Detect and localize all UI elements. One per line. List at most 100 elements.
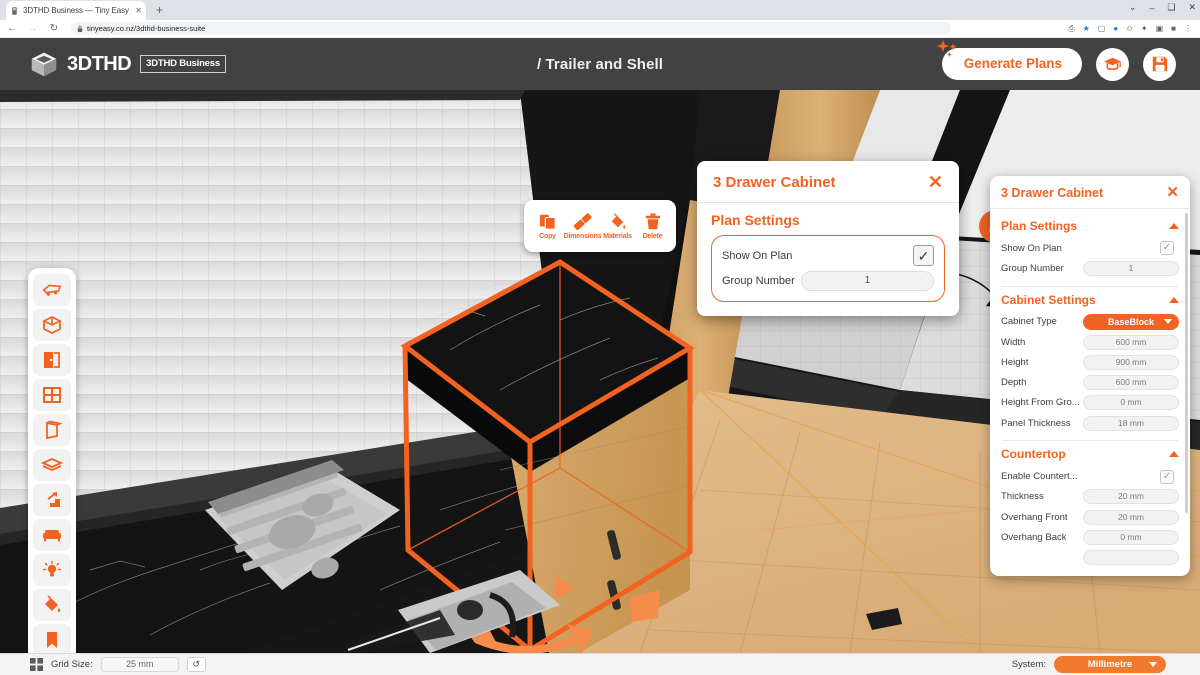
share-icon[interactable]: ⎙ <box>1068 24 1074 33</box>
sidebar-item-window[interactable] <box>33 379 71 411</box>
group-number-label: Group Number <box>722 274 795 287</box>
status-bar: Grid Size: 25 mm ↺ System: Millimetre <box>0 653 1200 675</box>
back-button[interactable]: ← <box>6 23 18 34</box>
delete-label: Delete <box>642 232 663 240</box>
window-close-button[interactable]: ✕ <box>1188 2 1196 13</box>
row-label: Overhang Front <box>1001 511 1068 523</box>
delete-button[interactable]: Delete <box>636 212 670 240</box>
row-height: Height 900 mm <box>1001 352 1179 372</box>
sidebar-item-door[interactable] <box>33 344 71 376</box>
row-label: Panel Thickness <box>1001 417 1071 429</box>
show-on-plan-label: Show On Plan <box>722 249 793 262</box>
close-icon[interactable]: ✕ <box>928 173 943 191</box>
sidebar-item-materials[interactable] <box>33 589 71 621</box>
thickness-input[interactable]: 20 mm <box>1083 489 1179 505</box>
sidebar-item-shell[interactable] <box>33 309 71 341</box>
sidebar-item-floor[interactable] <box>33 449 71 481</box>
row-panel-thickness: Panel Thickness 18 mm <box>1001 413 1179 433</box>
reset-icon[interactable]: ↺ <box>186 657 206 672</box>
sidebar-item-wall[interactable] <box>33 414 71 446</box>
row-group-number: Group Number 1 <box>1001 258 1179 278</box>
globe-icon[interactable]: ● <box>1113 24 1118 33</box>
stairs-icon <box>45 492 60 507</box>
dimensions-button[interactable]: Dimensions <box>564 212 602 240</box>
new-tab-button[interactable]: + <box>156 4 163 16</box>
paint-bucket-icon <box>45 595 61 613</box>
section-header-countertop[interactable]: Countertop <box>1001 447 1179 461</box>
cabinet-type-dropdown[interactable]: BaseBlock <box>1083 313 1179 330</box>
forward-button[interactable]: → <box>27 23 39 34</box>
materials-label: Materials <box>603 232 632 240</box>
chevron-up-icon[interactable] <box>1169 451 1179 458</box>
chevron-up-icon[interactable] <box>1169 223 1179 229</box>
window-minimize-button[interactable]: – <box>1149 3 1154 13</box>
close-icon[interactable]: ✕ <box>1166 185 1179 200</box>
grid-icon <box>30 658 43 671</box>
save-button[interactable] <box>1143 47 1176 81</box>
copy-button[interactable]: Copy <box>531 213 565 240</box>
sidebar-item-lighting[interactable] <box>33 554 71 586</box>
tab-close-icon[interactable]: ✕ <box>135 6 142 15</box>
panel-scrollbar[interactable] <box>1185 213 1188 513</box>
sidebar-item-trailer[interactable] <box>33 274 71 306</box>
plan-settings-group: Show On Plan ✓ Group Number 1 <box>711 235 945 302</box>
generate-plans-label: Generate Plans <box>963 56 1062 71</box>
bookmark-star-icon[interactable]: ★ <box>1083 24 1090 33</box>
copy-label: Copy <box>539 232 556 240</box>
height-input[interactable]: 900 mm <box>1083 354 1179 370</box>
row-cabinet-type: Cabinet Type BaseBlock <box>1001 312 1179 332</box>
sidebar-item-stairs[interactable] <box>33 484 71 516</box>
generate-plans-button[interactable]: Generate Plans <box>936 40 1082 80</box>
application-root: 3DTHD Business — Tiny Easy - T ✕ + ⌄ – ❑… <box>0 0 1200 675</box>
window-icon <box>43 387 61 403</box>
reload-button[interactable]: ↻ <box>48 23 60 34</box>
section-header-plan-settings[interactable]: Plan Settings <box>1001 219 1179 233</box>
show-on-plan-checkbox[interactable]: ✓ <box>913 245 934 266</box>
materials-button[interactable]: Materials <box>601 212 635 240</box>
chevron-up-icon[interactable] <box>1169 296 1179 303</box>
group-number-input[interactable]: 1 <box>801 270 934 291</box>
overhang-back-input[interactable]: 0 mm <box>1083 529 1179 545</box>
window-maximize-button[interactable]: ❑ <box>1167 2 1175 13</box>
camera-icon[interactable]: ▢ <box>1098 24 1106 33</box>
lock-icon <box>77 25 83 32</box>
copy-icon <box>539 214 556 230</box>
properties-panel-body[interactable]: Plan Settings Show On Plan ✓ Group Numbe… <box>990 209 1190 576</box>
group-number-input[interactable]: 1 <box>1083 260 1179 276</box>
section-header-cabinet-settings[interactable]: Cabinet Settings <box>1001 293 1179 307</box>
browser-tab[interactable]: 3DTHD Business — Tiny Easy - T ✕ <box>6 1 146 20</box>
show-on-plan-checkbox[interactable]: ✓ <box>1160 241 1174 256</box>
width-input[interactable]: 600 mm <box>1083 334 1179 350</box>
paint-bucket-icon <box>611 212 625 229</box>
row-show-on-plan: Show On Plan ✓ <box>1001 238 1179 258</box>
unit-system-dropdown[interactable]: Millimetre <box>1054 656 1166 673</box>
address-bar[interactable]: tinyeasy.co.nz/3dthd-business-suite <box>71 22 951 35</box>
group-number-row: Group Number 1 <box>722 268 934 293</box>
sidebar-item-bookmark[interactable] <box>33 624 71 653</box>
header-actions: Generate Plans <box>936 40 1176 81</box>
address-bar-url: tinyeasy.co.nz/3dthd-business-suite <box>87 24 206 33</box>
properties-panel: 3 Drawer Cabinet ✕ Plan Settings Show On… <box>990 176 1190 576</box>
puzzle-icon[interactable]: ✦ <box>1141 24 1148 33</box>
cabinet-settings-popup: 3 Drawer Cabinet ✕ Plan Settings Show On… <box>697 161 959 316</box>
ruler-icon <box>573 212 592 230</box>
section-title: Cabinet Settings <box>1001 292 1096 307</box>
grid-size-input[interactable]: 25 mm <box>100 657 179 672</box>
partial-input[interactable] <box>1083 550 1179 566</box>
help-button[interactable] <box>1096 47 1129 81</box>
chevron-down-icon <box>1164 319 1172 325</box>
panel-thickness-input[interactable]: 18 mm <box>1083 415 1179 431</box>
window-chevron-icon[interactable]: ⌄ <box>1129 2 1137 13</box>
favicon-icon <box>12 6 17 15</box>
sidebar-item-furniture[interactable] <box>33 519 71 551</box>
sidepanel-icon[interactable]: ▣ <box>1156 24 1164 33</box>
depth-input[interactable]: 600 mm <box>1083 375 1179 391</box>
height-from-ground-input[interactable]: 0 mm <box>1083 395 1179 411</box>
row-label: Height <box>1001 356 1029 368</box>
overhang-front-input[interactable]: 20 mm <box>1083 509 1179 525</box>
profile-icon[interactable]: ■ <box>1171 24 1176 33</box>
enable-countertop-checkbox[interactable]: ✓ <box>1160 469 1174 484</box>
row-height-from-ground: Height From Gro... 0 mm <box>1001 393 1179 413</box>
eyedropper-icon[interactable]: ✩ <box>1126 24 1133 33</box>
browser-menu-icon[interactable]: ⋮ <box>1184 24 1192 33</box>
